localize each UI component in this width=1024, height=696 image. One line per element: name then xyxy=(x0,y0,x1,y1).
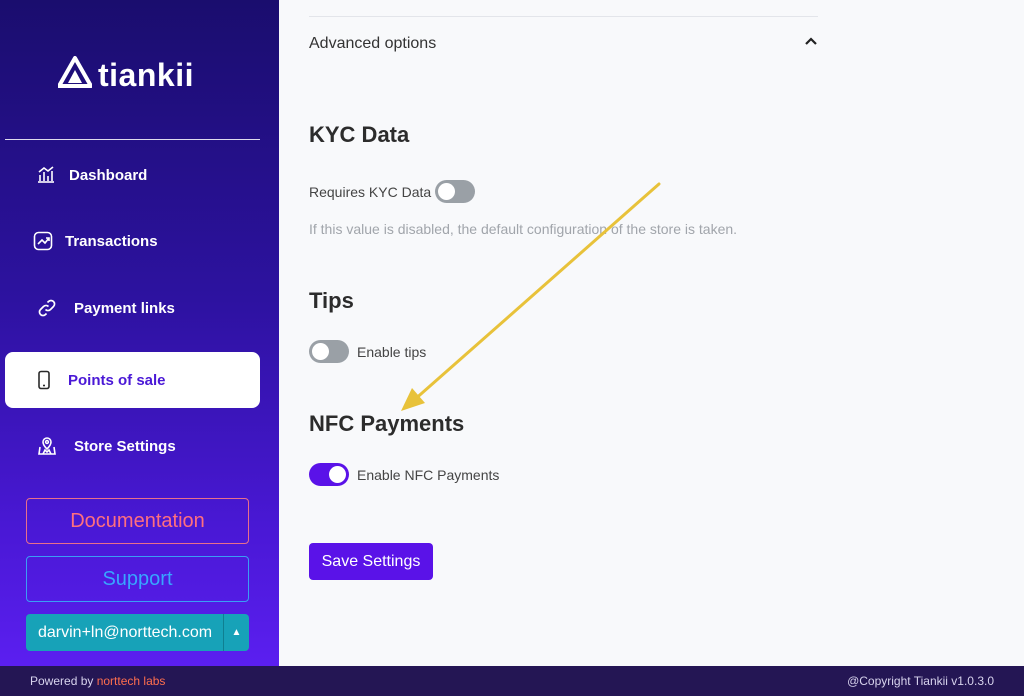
user-email: darvin+ln@norttech.com xyxy=(38,623,213,641)
sidebar-item-label: Points of sale xyxy=(68,371,166,389)
toggle-knob xyxy=(329,466,346,483)
sidebar-item-label: Payment links xyxy=(74,299,175,317)
copyright-text: @Copyright Tiankii v1.0.3.0 xyxy=(847,674,994,688)
trend-up-icon xyxy=(32,230,54,252)
section-divider xyxy=(309,16,818,17)
tiankii-logo-icon xyxy=(57,56,93,93)
sidebar-item-payment-links[interactable]: Payment links xyxy=(5,280,260,336)
store-map-icon xyxy=(36,435,58,457)
sidebar-item-transactions[interactable]: Transactions xyxy=(5,213,260,269)
sidebar-divider xyxy=(5,139,260,140)
norttech-labs-link[interactable]: norttech labs xyxy=(97,674,166,688)
footer: Powered by norttech labs @Copyright Tian… xyxy=(0,666,1024,696)
kyc-help-text: If this value is disabled, the default c… xyxy=(309,221,738,237)
sidebar-item-label: Transactions xyxy=(65,232,158,250)
tips-toggle[interactable] xyxy=(309,340,349,363)
chevron-up-icon[interactable] xyxy=(804,34,818,53)
documentation-button[interactable]: Documentation xyxy=(26,498,249,544)
smartphone-icon xyxy=(33,369,55,391)
advanced-options-label: Advanced options xyxy=(309,34,437,52)
sidebar-item-dashboard[interactable]: Dashboard xyxy=(5,147,260,203)
tips-toggle-row: Enable tips xyxy=(309,340,426,363)
chart-bars-icon xyxy=(35,164,57,186)
advanced-options-header[interactable]: Advanced options xyxy=(309,34,818,53)
support-button[interactable]: Support xyxy=(26,556,249,602)
powered-by-text: Powered by xyxy=(30,674,97,688)
brand-name: tiankii xyxy=(98,56,194,93)
tips-section-title: Tips xyxy=(309,288,354,313)
powered-by: Powered by norttech labs xyxy=(30,674,165,688)
caret-up-icon[interactable]: ▲ xyxy=(223,614,249,651)
sidebar: tiankii Dashboard Transactions Payment l… xyxy=(0,0,279,666)
nfc-toggle-label: Enable NFC Payments xyxy=(357,466,500,483)
sidebar-item-points-of-sale[interactable]: Points of sale xyxy=(5,352,260,408)
main-content: Advanced options KYC Data Requires KYC D… xyxy=(279,0,1024,666)
kyc-toggle-row: Requires KYC Data xyxy=(309,180,476,203)
nfc-section-title: NFC Payments xyxy=(309,411,465,436)
sidebar-item-store-settings[interactable]: Store Settings xyxy=(5,418,260,474)
kyc-section-title: KYC Data xyxy=(309,122,410,147)
sidebar-item-label: Store Settings xyxy=(74,437,176,455)
user-account-select[interactable]: darvin+ln@norttech.com ▲ xyxy=(26,614,249,651)
nfc-toggle-row: Enable NFC Payments xyxy=(309,463,499,486)
save-settings-button[interactable]: Save Settings xyxy=(309,543,433,580)
toggle-knob xyxy=(438,183,456,200)
link-icon xyxy=(36,297,58,319)
kyc-toggle-label: Requires KYC Data xyxy=(309,183,432,200)
nfc-toggle[interactable] xyxy=(309,463,349,486)
tips-toggle-label: Enable tips xyxy=(357,343,427,360)
toggle-knob xyxy=(312,343,329,360)
sidebar-item-label: Dashboard xyxy=(69,166,148,184)
brand-logo[interactable]: tiankii xyxy=(57,56,194,93)
kyc-toggle[interactable] xyxy=(435,180,476,203)
